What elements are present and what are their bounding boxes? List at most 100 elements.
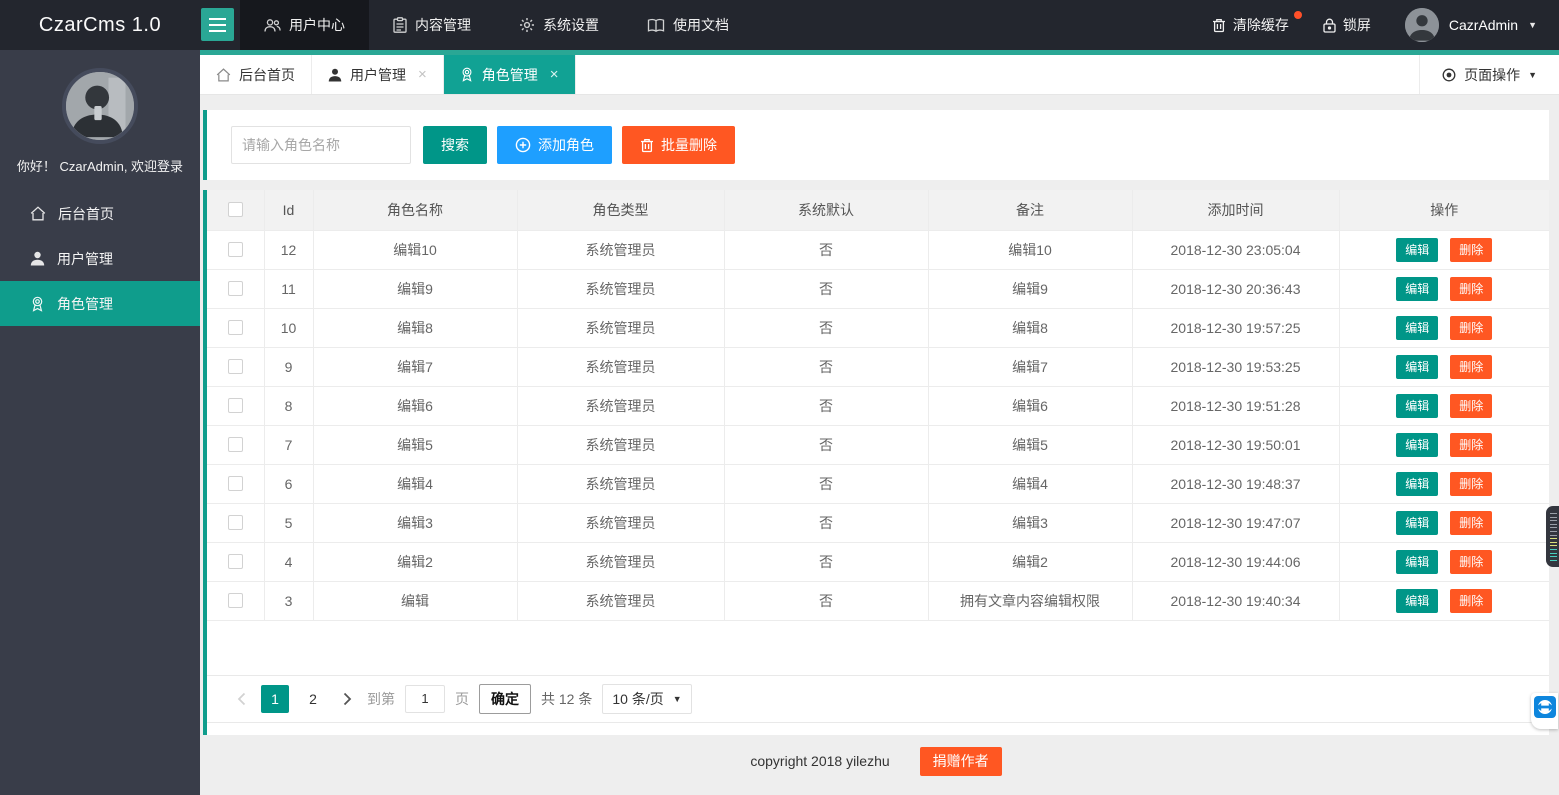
cell-note: 编辑2 [928,542,1133,582]
sidebar-item-roles[interactable]: 角色管理 [0,281,200,326]
donate-button[interactable]: 捐赠作者 [919,746,1002,776]
topnav-item-docs[interactable]: 使用文档 [623,0,753,50]
content-area: 搜索 添加角色 批量删除 [200,95,1559,795]
page-size-select[interactable]: 10 条/页 ▼ [602,683,692,714]
user-icon [328,68,342,82]
cell-role-type: 系统管理员 [517,308,725,348]
delete-button[interactable]: 删除 [1450,354,1493,379]
row-checkbox[interactable] [227,593,243,608]
edit-button[interactable]: 编辑 [1396,393,1439,418]
topnav-item-settings[interactable]: 系统设置 [495,0,623,50]
delete-button[interactable]: 删除 [1450,237,1493,262]
row-checkbox[interactable] [227,437,243,452]
delete-button[interactable]: 删除 [1450,315,1493,340]
sidebar-item-users[interactable]: 用户管理 [0,236,200,281]
select-all-checkbox[interactable] [227,202,243,218]
delete-button[interactable]: 删除 [1450,393,1493,418]
role-search-input[interactable] [231,126,411,164]
tab-user-management[interactable]: 用户管理 × [312,55,444,94]
edit-button[interactable]: 编辑 [1396,354,1439,379]
row-checkbox[interactable] [227,320,243,335]
copyright-text: copyright 2018 yilezhu [750,753,890,769]
edit-button[interactable]: 编辑 [1396,588,1439,613]
edit-button[interactable]: 编辑 [1396,549,1439,574]
cell-role-name: 编辑8 [313,308,518,348]
column-header-role-type: 角色类型 [517,190,725,231]
page-actions-dropdown[interactable]: 页面操作 ▼ [1419,55,1559,94]
delete-button[interactable]: 删除 [1450,276,1493,301]
delete-button[interactable]: 删除 [1450,432,1493,457]
edit-button[interactable]: 编辑 [1396,315,1439,340]
edit-button[interactable]: 编辑 [1396,510,1439,535]
prev-page-button[interactable] [231,685,251,713]
delete-button[interactable]: 删除 [1450,510,1493,535]
lock-screen-label: 锁屏 [1342,17,1371,33]
add-role-label: 添加角色 [538,137,594,153]
row-checkbox[interactable] [227,242,243,257]
batch-delete-button[interactable]: 批量删除 [622,126,735,164]
table-row: 9 编辑7 系统管理员 否 编辑7 2018-12-30 19:53:25 编辑… [207,347,1549,387]
book-icon [647,18,665,33]
user-menu[interactable]: CazrAdmin ▼ [1404,8,1537,42]
cell-role-type: 系统管理员 [517,347,725,387]
teamviewer-icon [1533,696,1556,718]
remote-control-widget[interactable] [1531,693,1558,729]
cell-sys-default: 否 [724,386,929,426]
search-button[interactable]: 搜索 [423,126,487,164]
cell-id: 9 [264,347,314,387]
row-checkbox[interactable] [227,281,243,296]
row-checkbox[interactable] [227,359,243,374]
edit-button[interactable]: 编辑 [1396,432,1439,457]
cell-id: 11 [264,269,314,309]
batch-delete-label: 批量删除 [661,137,717,153]
tab-label: 后台首页 [239,66,295,83]
add-role-button[interactable]: 添加角色 [497,126,612,164]
cell-add-time: 2018-12-30 19:51:28 [1132,386,1340,426]
cell-role-type: 系统管理员 [517,269,725,309]
lock-screen-button[interactable]: 锁屏 [1323,15,1371,35]
cell-role-name: 编辑10 [313,230,518,270]
page-size-value: 10 条/页 [612,690,664,707]
row-checkbox[interactable] [227,554,243,569]
row-checkbox[interactable] [227,515,243,530]
role-badge-icon [460,67,474,82]
next-page-button[interactable] [337,685,357,713]
page-number-1[interactable]: 1 [261,684,289,713]
home-icon [30,206,46,221]
chevron-down-icon: ▼ [1528,20,1537,30]
table-header-row: Id 角色名称 角色类型 系统默认 备注 添加时间 操作 [207,190,1549,231]
cell-note: 编辑4 [928,464,1133,504]
close-icon[interactable]: × [418,66,427,83]
topnav-item-content[interactable]: 内容管理 [369,0,495,50]
delete-button[interactable]: 删除 [1450,549,1493,574]
clear-cache-button[interactable]: 清除缓存 [1212,11,1302,35]
tab-role-management[interactable]: 角色管理 × [443,55,576,94]
edit-button[interactable]: 编辑 [1396,276,1439,301]
table-row: 12 编辑10 系统管理员 否 编辑10 2018-12-30 23:05:04… [207,230,1549,270]
hamburger-menu-button[interactable] [201,8,234,41]
sidebar-item-label: 角色管理 [57,295,113,312]
close-icon[interactable]: × [550,66,559,83]
topnav-label: 内容管理 [415,17,471,33]
extension-handle[interactable] [1546,506,1559,567]
sidebar-item-dashboard[interactable]: 后台首页 [0,191,200,236]
cell-sys-default: 否 [724,542,929,582]
cell-role-name: 编辑7 [313,347,518,387]
delete-button[interactable]: 删除 [1450,588,1493,613]
edit-button[interactable]: 编辑 [1396,471,1439,496]
topnav-item-user-center[interactable]: 用户中心 [240,0,369,50]
goto-page-input[interactable] [405,684,445,713]
cell-sys-default: 否 [724,503,929,543]
row-checkbox[interactable] [227,398,243,413]
edit-button[interactable]: 编辑 [1396,237,1439,262]
page-number-2[interactable]: 2 [299,685,327,713]
sidebar: 你好！ CzarAdmin, 欢迎登录 后台首页 用户管理 角色管理 [0,50,200,795]
table-row: 6 编辑4 系统管理员 否 编辑4 2018-12-30 19:48:37 编辑… [207,464,1549,504]
delete-button[interactable]: 删除 [1450,471,1493,496]
table-row: 4 编辑2 系统管理员 否 编辑2 2018-12-30 19:44:06 编辑… [207,542,1549,582]
goto-confirm-button[interactable]: 确定 [479,683,531,714]
tab-dashboard[interactable]: 后台首页 [200,55,312,94]
cell-role-name: 编辑2 [313,542,518,582]
row-checkbox[interactable] [227,476,243,491]
cell-id: 3 [264,581,314,621]
